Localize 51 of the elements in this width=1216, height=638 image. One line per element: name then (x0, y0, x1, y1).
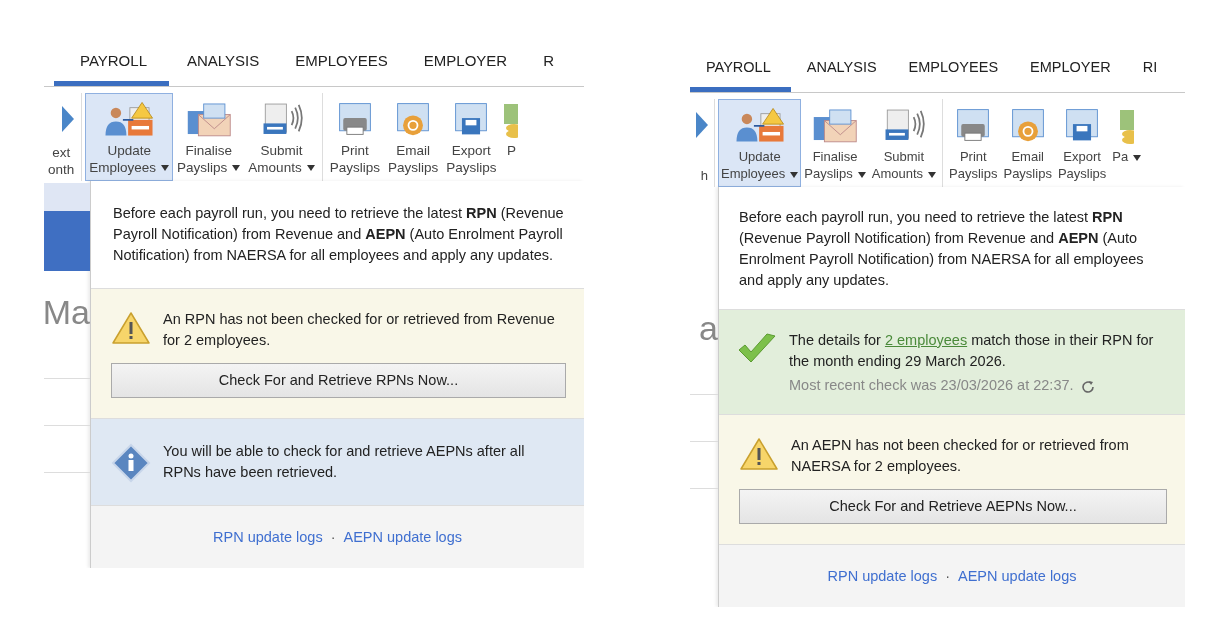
envelope-icon (185, 100, 232, 138)
ribbon-tab[interactable]: EMPLOYER (1014, 46, 1127, 92)
warning-icon (111, 311, 151, 345)
ribbon-button[interactable]: Pa (1109, 99, 1145, 187)
ribbon-button[interactable]: Finalise Payslips (801, 99, 869, 187)
update-logs-link[interactable]: RPN update logs (827, 565, 938, 587)
retrieve-button[interactable]: Check For and Retrieve RPNs Now... (111, 363, 566, 398)
ribbon-tab[interactable]: RI (1126, 46, 1174, 92)
arrow-icon (62, 104, 75, 134)
ribbon-tab[interactable]: PAYROLL (690, 46, 791, 92)
ribbon-button[interactable]: Print Payslips (946, 99, 1001, 187)
refresh-icon[interactable] (1079, 378, 1096, 395)
warning-icon (739, 437, 779, 471)
ribbon-tab[interactable]: ANALYSIS (790, 46, 893, 92)
ribbon-button[interactable]: Submit Amounts (868, 99, 940, 187)
ribbon-button[interactable]: Email Payslips (1000, 99, 1055, 187)
ribbon-tab[interactable]: ANALYSIS (169, 40, 278, 86)
update-logs-link[interactable]: RPN update logs (213, 526, 323, 548)
separator-dot: · (330, 527, 336, 547)
ribbon-button[interactable]: ext onth (47, 93, 79, 181)
ribbon-button[interactable]: Finalise Payslips (173, 93, 245, 181)
info-icon (111, 443, 151, 483)
retrieve-button[interactable]: Check For and Retrieve AEPNs Now... (739, 489, 1167, 524)
update-logs-link[interactable]: AEPN update logs (958, 565, 1077, 587)
ribbon-tab[interactable]: EMPLOYEES (892, 46, 1015, 92)
ribbon-button[interactable]: Update Employees (85, 93, 174, 181)
person-document-icon (102, 99, 157, 139)
page-heading: a (698, 309, 718, 348)
ribbon-tab[interactable]: EMPLOYER (405, 40, 526, 86)
info-text: You will be able to check for and retrieve AEPNs after all RPNs have been retrieved. (163, 442, 526, 482)
ribbon-button[interactable]: P (500, 93, 523, 181)
ribbon-tab[interactable]: R (525, 40, 572, 86)
ribbon-button[interactable]: Submit Amounts (244, 93, 319, 181)
ribbon-button[interactable]: Email Payslips (383, 93, 443, 181)
ribbon-button[interactable]: Update Employees (718, 99, 802, 187)
warning-text: An RPN has not been checked for or retrieved from Revenue for 2 employees. (163, 310, 556, 350)
arrow-icon (696, 110, 708, 140)
separator-dot: · (945, 566, 950, 586)
last-check-text: Most recent check was 23/03/2026 at 22:37. (789, 376, 1074, 395)
envelope-icon (812, 106, 858, 144)
ribbon-button[interactable]: h (693, 99, 711, 187)
ribbon-button[interactable]: Export Payslips (442, 93, 501, 181)
ribbon-button[interactable]: Export Payslips (1054, 99, 1110, 187)
match-text: The details for 2 employees match those in their RPN for the month ending 29 March 2026. (789, 331, 1155, 371)
warning-text: An AEPN has not been checked for or retrieved from NAERSA for 2 employees. (791, 436, 1130, 476)
update-logs-link[interactable]: AEPN update logs (343, 526, 462, 548)
employees-link[interactable]: 2 employees (884, 332, 968, 348)
ribbon-tab[interactable]: PAYROLL (54, 40, 169, 86)
ribbon-tab[interactable]: EMPLOYEES (277, 40, 406, 86)
page-heading: Ma (44, 293, 90, 332)
ribbon-button[interactable]: Print Payslips (325, 93, 384, 181)
